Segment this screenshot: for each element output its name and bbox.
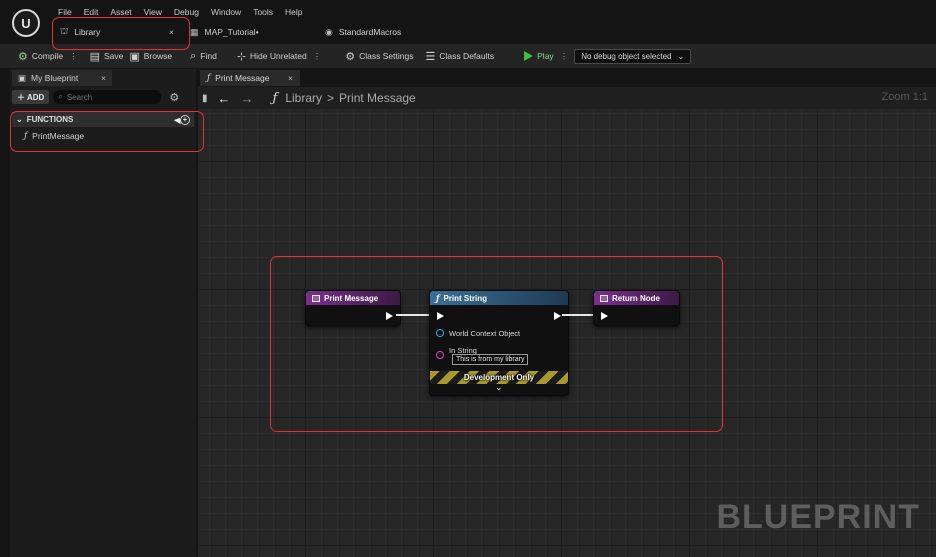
highlight-graph-nodes [270, 256, 723, 432]
menu-view[interactable]: View [138, 7, 168, 17]
highlight-library-tab [52, 17, 190, 50]
tab-map-tutorial-label: MAP_Tutorial• [204, 27, 259, 37]
close-icon[interactable]: × [288, 73, 293, 83]
breadcrumb-separator: > [327, 91, 335, 105]
menu-window[interactable]: Window [205, 7, 247, 17]
blueprint-watermark: BLUEPRINT [716, 498, 920, 536]
search-input[interactable] [66, 92, 157, 102]
class-settings-label: Class Settings [359, 51, 414, 61]
class-settings-button[interactable]: ⚙ Class Settings [339, 44, 419, 68]
my-blueprint-toolbar: ＋ ADD ⌕ ⚙ [12, 88, 194, 106]
tab-standard-macros[interactable]: ◉ StandardMacros [317, 22, 409, 42]
hide-unrelated-icon: ⊹ [236, 50, 247, 63]
class-defaults-icon: ☰ [425, 50, 436, 63]
search-icon: ⌕ [58, 92, 63, 101]
play-button[interactable]: Play ⋮ [518, 44, 574, 68]
tab-map-tutorial[interactable]: ▦ MAP_Tutorial• [182, 22, 317, 42]
play-options-icon[interactable]: ⋮ [560, 51, 569, 62]
menu-edit[interactable]: Edit [78, 7, 105, 17]
graph-breadcrumb-bar: ▮ ← → ƒ Library > Print Message [198, 87, 936, 109]
compile-label: Compile [31, 51, 64, 61]
map-icon: ▦ [190, 26, 199, 37]
add-label: ADD [27, 92, 45, 102]
compile-icon: ⚙ [18, 50, 28, 63]
tab-standard-macros-label: StandardMacros [338, 27, 402, 37]
add-button[interactable]: ＋ ADD [12, 90, 50, 104]
save-label: Save [103, 51, 124, 61]
bookmark-icon[interactable]: ▮ [202, 93, 208, 104]
forward-arrow-icon[interactable]: → [241, 91, 254, 106]
back-arrow-icon[interactable]: ← [218, 91, 231, 106]
debug-object-value: No debug object selected [581, 51, 672, 61]
browse-icon: ▣ [129, 50, 140, 63]
play-icon [524, 51, 534, 61]
compile-options-icon[interactable]: ⋮ [69, 51, 78, 62]
graph-tab-bar [198, 69, 936, 87]
gear-icon[interactable]: ⚙ [169, 91, 179, 104]
find-label: Find [200, 51, 217, 61]
play-label: Play [537, 51, 554, 61]
tab-print-message[interactable]: ƒ Print Message × [200, 70, 300, 86]
menu-debug[interactable]: Debug [168, 7, 205, 17]
find-icon: ⌕ [190, 49, 197, 62]
my-blueprint-label: My Blueprint [31, 73, 79, 83]
browse-label: Browse [143, 51, 173, 61]
graph-tab-label: Print Message [215, 73, 270, 83]
breadcrumb-root[interactable]: Library [285, 91, 322, 105]
class-defaults-button[interactable]: ☰ Class Defaults [419, 44, 500, 68]
function-icon: ƒ [272, 90, 278, 106]
search-box: ⌕ [53, 90, 162, 104]
hide-unrelated-label: Hide Unrelated [250, 51, 307, 61]
menu-file[interactable]: File [52, 7, 78, 17]
close-icon[interactable]: × [101, 73, 106, 83]
my-blueprint-icon: ▣ [18, 72, 27, 83]
highlight-functions [10, 111, 204, 152]
zoom-level: Zoom 1:1 [881, 91, 928, 103]
function-icon: ƒ [207, 73, 211, 83]
chevron-down-icon: ⌄ [677, 51, 685, 61]
save-icon: ▤ [89, 50, 100, 63]
find-button[interactable]: ⌕ Find [184, 44, 223, 68]
class-defaults-label: Class Defaults [439, 51, 495, 61]
menu-help[interactable]: Help [279, 7, 308, 17]
debug-object-select[interactable]: No debug object selected ⌄ [574, 48, 692, 64]
hide-unrelated-options-icon[interactable]: ⋮ [313, 51, 322, 62]
macro-icon: ◉ [325, 26, 333, 37]
breadcrumb-leaf: Print Message [339, 91, 416, 105]
class-settings-icon: ⚙ [345, 50, 356, 63]
unreal-logo-icon[interactable]: U [12, 9, 40, 37]
main-menu: File Edit Asset View Debug Window Tools … [52, 7, 309, 17]
tab-my-blueprint[interactable]: ▣ My Blueprint × [12, 70, 112, 86]
menu-tools[interactable]: Tools [247, 7, 279, 17]
plus-icon: ＋ [17, 92, 25, 102]
menu-asset[interactable]: Asset [104, 7, 137, 17]
hide-unrelated-button[interactable]: ⊹ Hide Unrelated ⋮ [231, 44, 327, 68]
